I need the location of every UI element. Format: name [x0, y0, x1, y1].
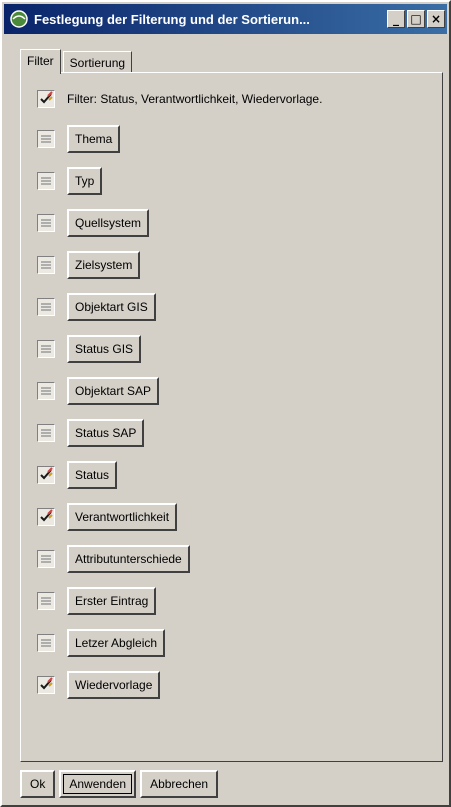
filter-row: Typ — [37, 165, 103, 197]
filter-button-objektart-sap[interactable]: Objektart SAP — [67, 377, 160, 405]
filter-checkbox-icon[interactable] — [37, 256, 55, 274]
filter-checkbox-icon[interactable] — [37, 676, 55, 694]
filter-checkbox-icon[interactable] — [37, 592, 55, 610]
filter-panel: Filter: Status, Verantwortlichkeit, Wied… — [20, 72, 443, 762]
filter-row: Status SAP — [37, 417, 145, 449]
window-title: Festlegung der Filterung und der Sortier… — [34, 11, 310, 27]
title-bar[interactable]: Festlegung der Filterung und der Sortier… — [4, 4, 447, 34]
filter-checkbox-icon[interactable] — [37, 508, 55, 526]
close-button[interactable]: × — [427, 10, 445, 28]
filter-row: Erster Eintrag — [37, 585, 157, 617]
filter-checkbox-icon[interactable] — [37, 550, 55, 568]
filter-button-verantwortlichkeit[interactable]: Verantwortlichkeit — [67, 503, 178, 531]
ok-button[interactable]: Ok — [20, 770, 56, 798]
filter-checkbox-icon[interactable] — [37, 424, 55, 442]
filter-summary-text: Filter: Status, Verantwortlichkeit, Wied… — [67, 92, 323, 106]
filter-checkbox-icon[interactable] — [37, 130, 55, 148]
apply-button[interactable]: Anwenden — [59, 770, 137, 798]
filter-checkbox-icon[interactable] — [37, 634, 55, 652]
filter-checkbox-icon[interactable] — [37, 214, 55, 232]
filter-button-erster-eintrag[interactable]: Erster Eintrag — [67, 587, 157, 615]
minimize-button[interactable]: _ — [387, 10, 405, 28]
app-icon — [8, 8, 30, 30]
tab-strip: Filter Sortierung — [20, 48, 134, 74]
maximize-button[interactable]: □ — [407, 10, 425, 28]
filter-row: Verantwortlichkeit — [37, 501, 178, 533]
filter-button-objektart-gis[interactable]: Objektart GIS — [67, 293, 156, 321]
filter-row: Objektart SAP — [37, 375, 160, 407]
filter-button-typ[interactable]: Typ — [67, 167, 103, 195]
cancel-button[interactable]: Abbrechen — [140, 770, 219, 798]
summary-row: Filter: Status, Verantwortlichkeit, Wied… — [37, 83, 322, 115]
filter-checkbox-icon[interactable] — [37, 340, 55, 358]
filter-row: Letzer Abgleich — [37, 627, 166, 659]
filter-row: Attributunterschiede — [37, 543, 190, 575]
filter-row: Thema — [37, 123, 121, 155]
filter-button-thema[interactable]: Thema — [67, 125, 121, 153]
filter-row: Quellsystem — [37, 207, 150, 239]
filter-button-wiedervorlage[interactable]: Wiedervorlage — [67, 671, 161, 699]
filter-button-status-gis[interactable]: Status GIS — [67, 335, 142, 363]
filter-button-status-sap[interactable]: Status SAP — [67, 419, 145, 447]
filter-row: Wiedervorlage — [37, 669, 161, 701]
filter-dialog-window: Festlegung der Filterung und der Sortier… — [0, 0, 451, 807]
filter-checkbox-icon[interactable] — [37, 298, 55, 316]
filter-button-status[interactable]: Status — [67, 461, 118, 489]
filter-button-letzer-abgleich[interactable]: Letzer Abgleich — [67, 629, 166, 657]
filter-row: Zielsystem — [37, 249, 141, 281]
tab-sortierung[interactable]: Sortierung — [62, 51, 133, 74]
summary-checkbox-icon[interactable] — [37, 90, 55, 108]
filter-row: Objektart GIS — [37, 291, 156, 323]
filter-checkbox-icon[interactable] — [37, 382, 55, 400]
filter-button-quellsystem[interactable]: Quellsystem — [67, 209, 150, 237]
filter-checkbox-icon[interactable] — [37, 172, 55, 190]
filter-row: Status — [37, 459, 118, 491]
filter-button-attributunterschiede[interactable]: Attributunterschiede — [67, 545, 190, 573]
filter-row: Status GIS — [37, 333, 142, 365]
filter-button-zielsystem[interactable]: Zielsystem — [67, 251, 141, 279]
dialog-button-bar: Ok Anwenden Abbrechen — [20, 770, 222, 798]
filter-checkbox-icon[interactable] — [37, 466, 55, 484]
tab-filter[interactable]: Filter — [20, 49, 61, 74]
